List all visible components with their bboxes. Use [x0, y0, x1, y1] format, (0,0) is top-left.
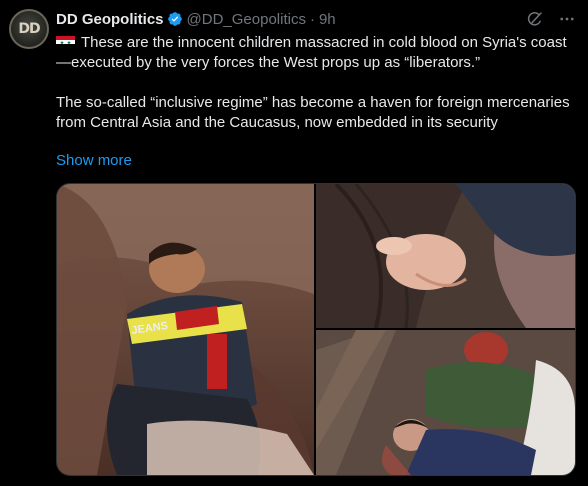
author-handle[interactable]: @DD_Geopolitics — [187, 11, 306, 28]
media-grid: JEANS — [56, 183, 576, 476]
verified-badge-icon — [167, 11, 183, 27]
photo-1-image: JEANS — [57, 184, 314, 475]
author-avatar[interactable]: DD — [9, 9, 49, 49]
tweet-text: These are the innocent children massacre… — [56, 33, 576, 133]
tweet-time[interactable]: 9h — [319, 11, 336, 28]
more-dots-icon[interactable] — [558, 10, 576, 28]
separator-dot: · — [309, 10, 315, 28]
tweet-header: DD Geopolitics @DD_Geopolitics · 9h — [56, 9, 336, 29]
media-photo-2[interactable] — [316, 184, 575, 328]
tweet-paragraph-1: These are the innocent children massacre… — [56, 33, 576, 73]
tweet-text-line-1: These are the innocent children massacre… — [56, 34, 567, 71]
author-name[interactable]: DD Geopolitics — [56, 11, 164, 28]
photo-3-image — [316, 330, 575, 475]
grok-icon[interactable] — [526, 10, 544, 28]
photo-2-image — [316, 184, 575, 328]
avatar-logo-text: DD — [18, 21, 40, 37]
media-photo-3[interactable] — [316, 330, 575, 475]
tweet[interactable]: DD DD Geopolitics @DD_Geopolitics · 9h T… — [0, 0, 588, 486]
media-photo-1[interactable]: JEANS — [57, 184, 314, 475]
show-more-link[interactable]: Show more — [56, 152, 132, 169]
tweet-paragraph-2: The so-called “inclusive regime” has bec… — [56, 94, 570, 131]
tweet-actions — [526, 10, 576, 28]
syria-flag-icon — [56, 34, 75, 48]
